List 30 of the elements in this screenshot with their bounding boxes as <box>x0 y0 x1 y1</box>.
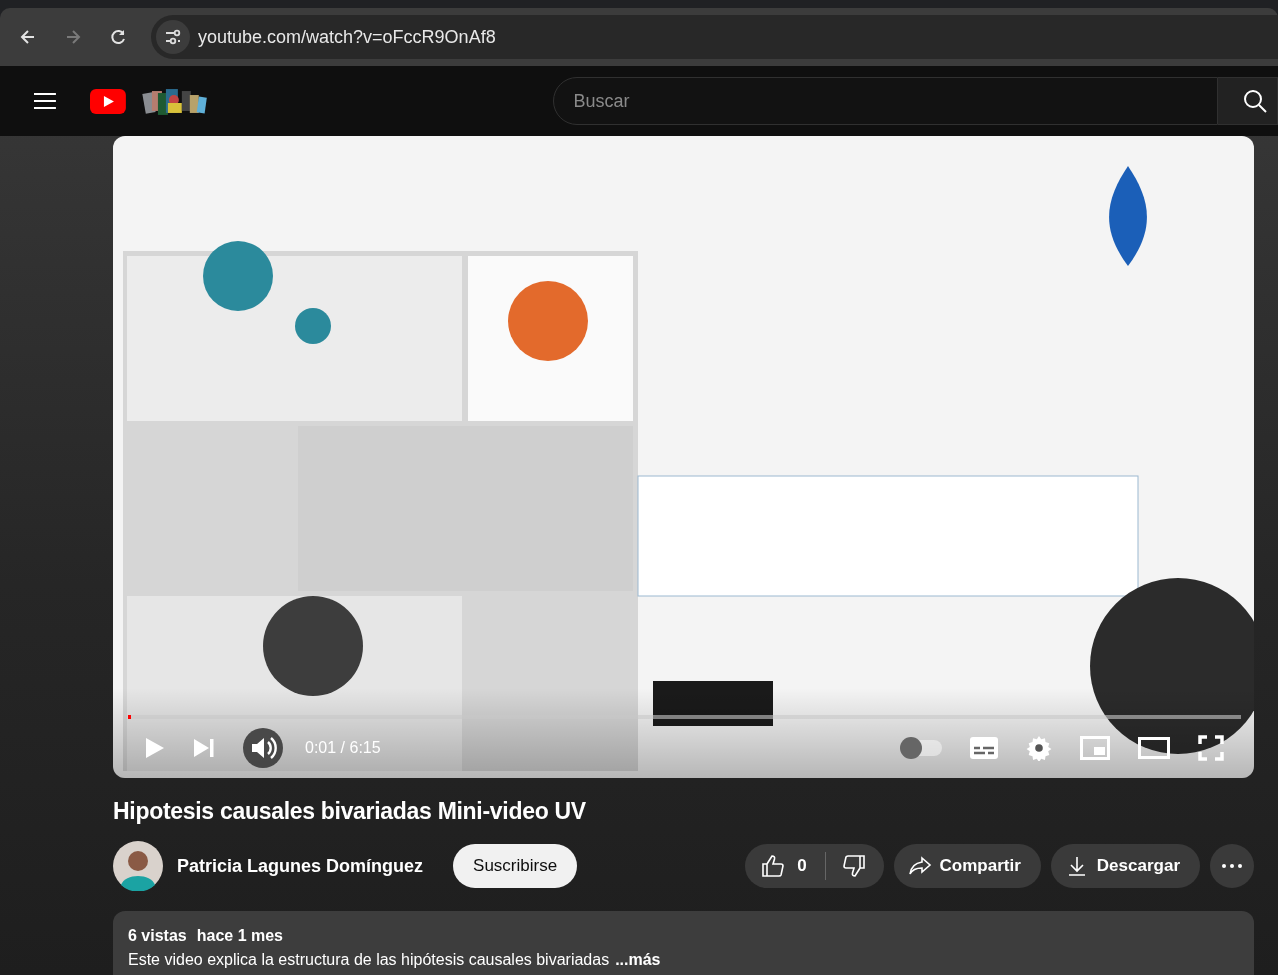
share-button[interactable]: Compartir <box>893 844 1041 888</box>
settings-icon[interactable] <box>1026 735 1052 761</box>
subtitles-icon[interactable] <box>970 737 998 759</box>
site-settings-icon[interactable] <box>156 20 190 54</box>
play-logo-icon[interactable] <box>89 88 126 114</box>
channel-name[interactable]: Patricia Lagunes Domínguez <box>177 855 424 877</box>
thumbs-down-icon <box>841 854 866 878</box>
autoplay-toggle[interactable] <box>902 740 942 756</box>
reload-icon[interactable] <box>108 27 128 47</box>
more-icon <box>1222 864 1242 868</box>
address-bar[interactable]: youtube.com/watch?v=oFccR9OnAf8 <box>151 15 1278 59</box>
download-button[interactable]: Descargar <box>1050 844 1200 888</box>
more-button[interactable] <box>1210 844 1254 888</box>
time-display: 0:01 / 6:15 <box>305 739 381 757</box>
url-text: youtube.com/watch?v=oFccR9OnAf8 <box>198 26 496 48</box>
fullscreen-icon[interactable] <box>1198 735 1224 761</box>
video-title: Hipotesis causales bivariadas Mini-video UV <box>113 798 587 825</box>
thumbs-up-icon <box>761 854 786 878</box>
volume-icon[interactable] <box>243 728 283 768</box>
search-field[interactable]: Buscar <box>552 77 1219 125</box>
theater-mode-icon[interactable] <box>1138 737 1170 759</box>
like-button[interactable]: 0 <box>745 844 825 888</box>
more-link[interactable]: ...más <box>615 951 661 969</box>
search-button[interactable] <box>1218 77 1278 125</box>
view-count: 6 vistas <box>128 927 187 945</box>
upload-date: hace 1 mes <box>196 927 283 945</box>
search-icon <box>1242 89 1267 113</box>
description-text: Este video explica la estructura de las hipótesis causales bivariadas <box>128 951 610 969</box>
subscribe-button[interactable]: Suscribirse <box>453 844 578 888</box>
channel-avatar[interactable] <box>113 841 163 891</box>
